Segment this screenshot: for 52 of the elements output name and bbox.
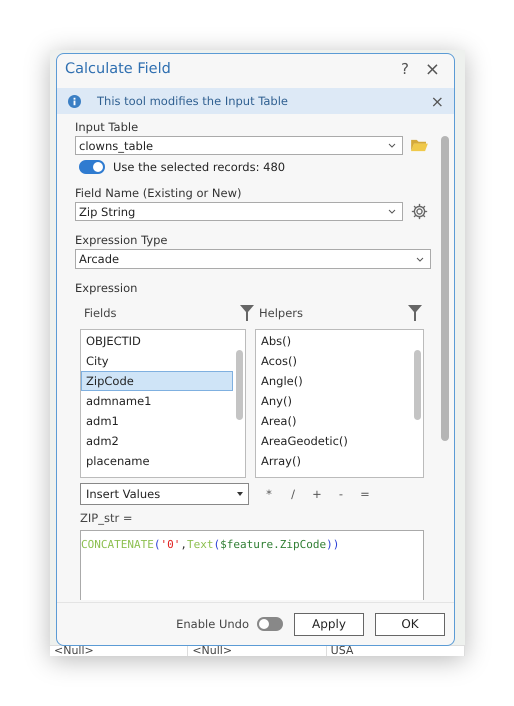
list-item[interactable]: adm1 bbox=[81, 411, 233, 431]
list-item[interactable]: City bbox=[81, 351, 233, 371]
operator-button[interactable]: + bbox=[305, 487, 329, 501]
chevron-icon bbox=[388, 209, 396, 214]
operator-button[interactable]: - bbox=[329, 487, 353, 501]
list-item[interactable]: adm2 bbox=[81, 431, 233, 451]
toggle-switch[interactable] bbox=[79, 160, 105, 174]
input-table-dropdown[interactable]: clowns_table bbox=[75, 136, 403, 155]
list-item[interactable]: OBJECTID bbox=[81, 331, 233, 351]
list-item[interactable]: Angle() bbox=[256, 371, 411, 391]
filter-icon[interactable] bbox=[408, 305, 422, 321]
operator-button[interactable]: * bbox=[257, 487, 281, 501]
target-label: ZIP_str = bbox=[80, 511, 134, 525]
filter-icon[interactable] bbox=[240, 305, 254, 321]
field-label: Expression Type bbox=[75, 233, 168, 247]
toggle-label: Enable Undo bbox=[176, 617, 249, 631]
list-item[interactable]: placename bbox=[81, 451, 233, 471]
list-item[interactable]: Array() bbox=[256, 451, 411, 471]
list-item[interactable]: admname1 bbox=[81, 391, 233, 411]
list-item[interactable]: Any() bbox=[256, 391, 411, 411]
section-label: Expression bbox=[75, 281, 138, 295]
info-icon bbox=[68, 94, 81, 108]
insert-values-dropdown[interactable]: Insert Values bbox=[80, 483, 249, 505]
dialog-button[interactable]: Apply bbox=[294, 612, 364, 636]
list-label: Fields bbox=[84, 306, 117, 320]
caret-icon bbox=[237, 492, 243, 496]
close-button[interactable]: × bbox=[424, 92, 450, 110]
list-item[interactable]: ZipCode bbox=[81, 371, 233, 391]
help-button[interactable]: ? bbox=[394, 60, 415, 78]
window-title: Calculate Field bbox=[65, 61, 172, 77]
expression-type-dropdown[interactable]: Arcade bbox=[75, 249, 431, 269]
toggle-switch[interactable] bbox=[257, 617, 283, 631]
field-label: Field Name (Existing or New) bbox=[75, 186, 242, 200]
gear-icon[interactable] bbox=[411, 203, 428, 220]
field-name-dropdown[interactable]: Zip String bbox=[75, 202, 403, 221]
code-line: CONCATENATE('0',Text($feature.ZipCode)) bbox=[81, 538, 340, 551]
info-message: This tool modifies the Input Table bbox=[97, 94, 289, 108]
code-editor[interactable]: CONCATENATE('0',Text($feature.ZipCode)) bbox=[80, 530, 424, 600]
list-label: Helpers bbox=[259, 306, 304, 320]
toggle-label: Use the selected records: 480 bbox=[113, 160, 286, 174]
list-item[interactable]: Abs() bbox=[256, 331, 411, 351]
folder-icon[interactable] bbox=[411, 139, 428, 152]
list-item[interactable]: AreaGeodetic() bbox=[256, 431, 411, 451]
close-button[interactable]: × bbox=[418, 58, 446, 80]
chevron-icon bbox=[388, 143, 396, 148]
operator-button[interactable]: = bbox=[353, 487, 377, 501]
chevron-icon bbox=[416, 256, 424, 262]
operator-button[interactable]: / bbox=[281, 487, 305, 501]
field-label: Input Table bbox=[75, 120, 140, 134]
list-item[interactable]: Area() bbox=[256, 411, 411, 431]
list-item[interactable]: Acos() bbox=[256, 351, 411, 371]
dialog-button[interactable]: OK bbox=[375, 612, 445, 636]
